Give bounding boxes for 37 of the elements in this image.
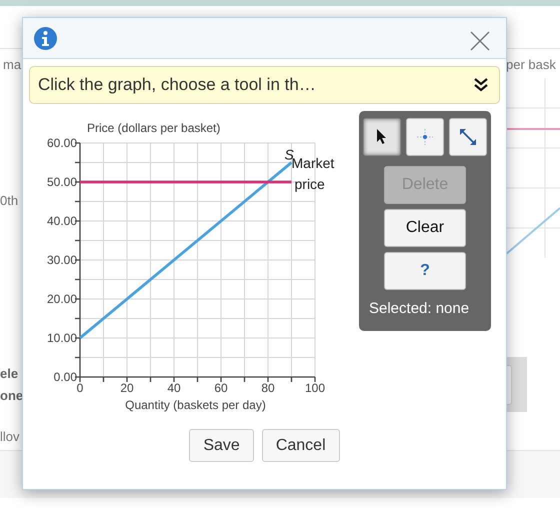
background-text: one [0, 388, 24, 403]
tick-label: 60 [214, 381, 228, 395]
footer-button[interactable]: Cancel [262, 429, 340, 462]
tick-label: 80 [261, 381, 275, 395]
footer-button[interactable]: Save [189, 429, 254, 462]
point-icon [416, 128, 434, 146]
tool-button[interactable] [363, 118, 401, 156]
tick-label: 30.00 [46, 253, 77, 267]
background-text: per bask [506, 57, 556, 72]
help-button[interactable]: ? [384, 252, 466, 290]
background-text: ma [3, 57, 22, 72]
tick-label: 20 [120, 381, 134, 395]
close-icon[interactable] [470, 31, 490, 51]
instruction-banner[interactable]: Click the graph, choose a tool in th… [29, 66, 500, 104]
tick-label: 50.00 [46, 175, 77, 189]
axis-title: Price (dollars per basket) [87, 121, 220, 135]
tick-label: 40 [167, 381, 181, 395]
instruction-text: Click the graph, choose a tool in th… [38, 75, 316, 95]
info-icon [34, 26, 57, 50]
tick-label: 60.00 [46, 136, 77, 150]
line-tool-icon [459, 128, 477, 146]
series-label: Market price [292, 155, 334, 192]
tick-label: 10.00 [46, 331, 77, 345]
tick-label: 100 [304, 381, 326, 395]
background-text: ele [0, 366, 18, 381]
tool-button[interactable] [449, 118, 487, 156]
selection-status: Selected: none [368, 300, 470, 317]
series-label: S [284, 146, 294, 162]
background-text: llov [0, 429, 20, 444]
axis-title: Quantity (baskets per day) [125, 398, 266, 412]
tick-label: 20.00 [46, 292, 77, 306]
tick-label: 0.00 [54, 370, 77, 384]
tick-label: 40.00 [46, 214, 77, 228]
background-text: 0th [0, 193, 18, 208]
tick-label: 0 [76, 381, 84, 395]
panel-button[interactable]: Clear [384, 209, 466, 247]
chevron-icon [473, 77, 489, 93]
